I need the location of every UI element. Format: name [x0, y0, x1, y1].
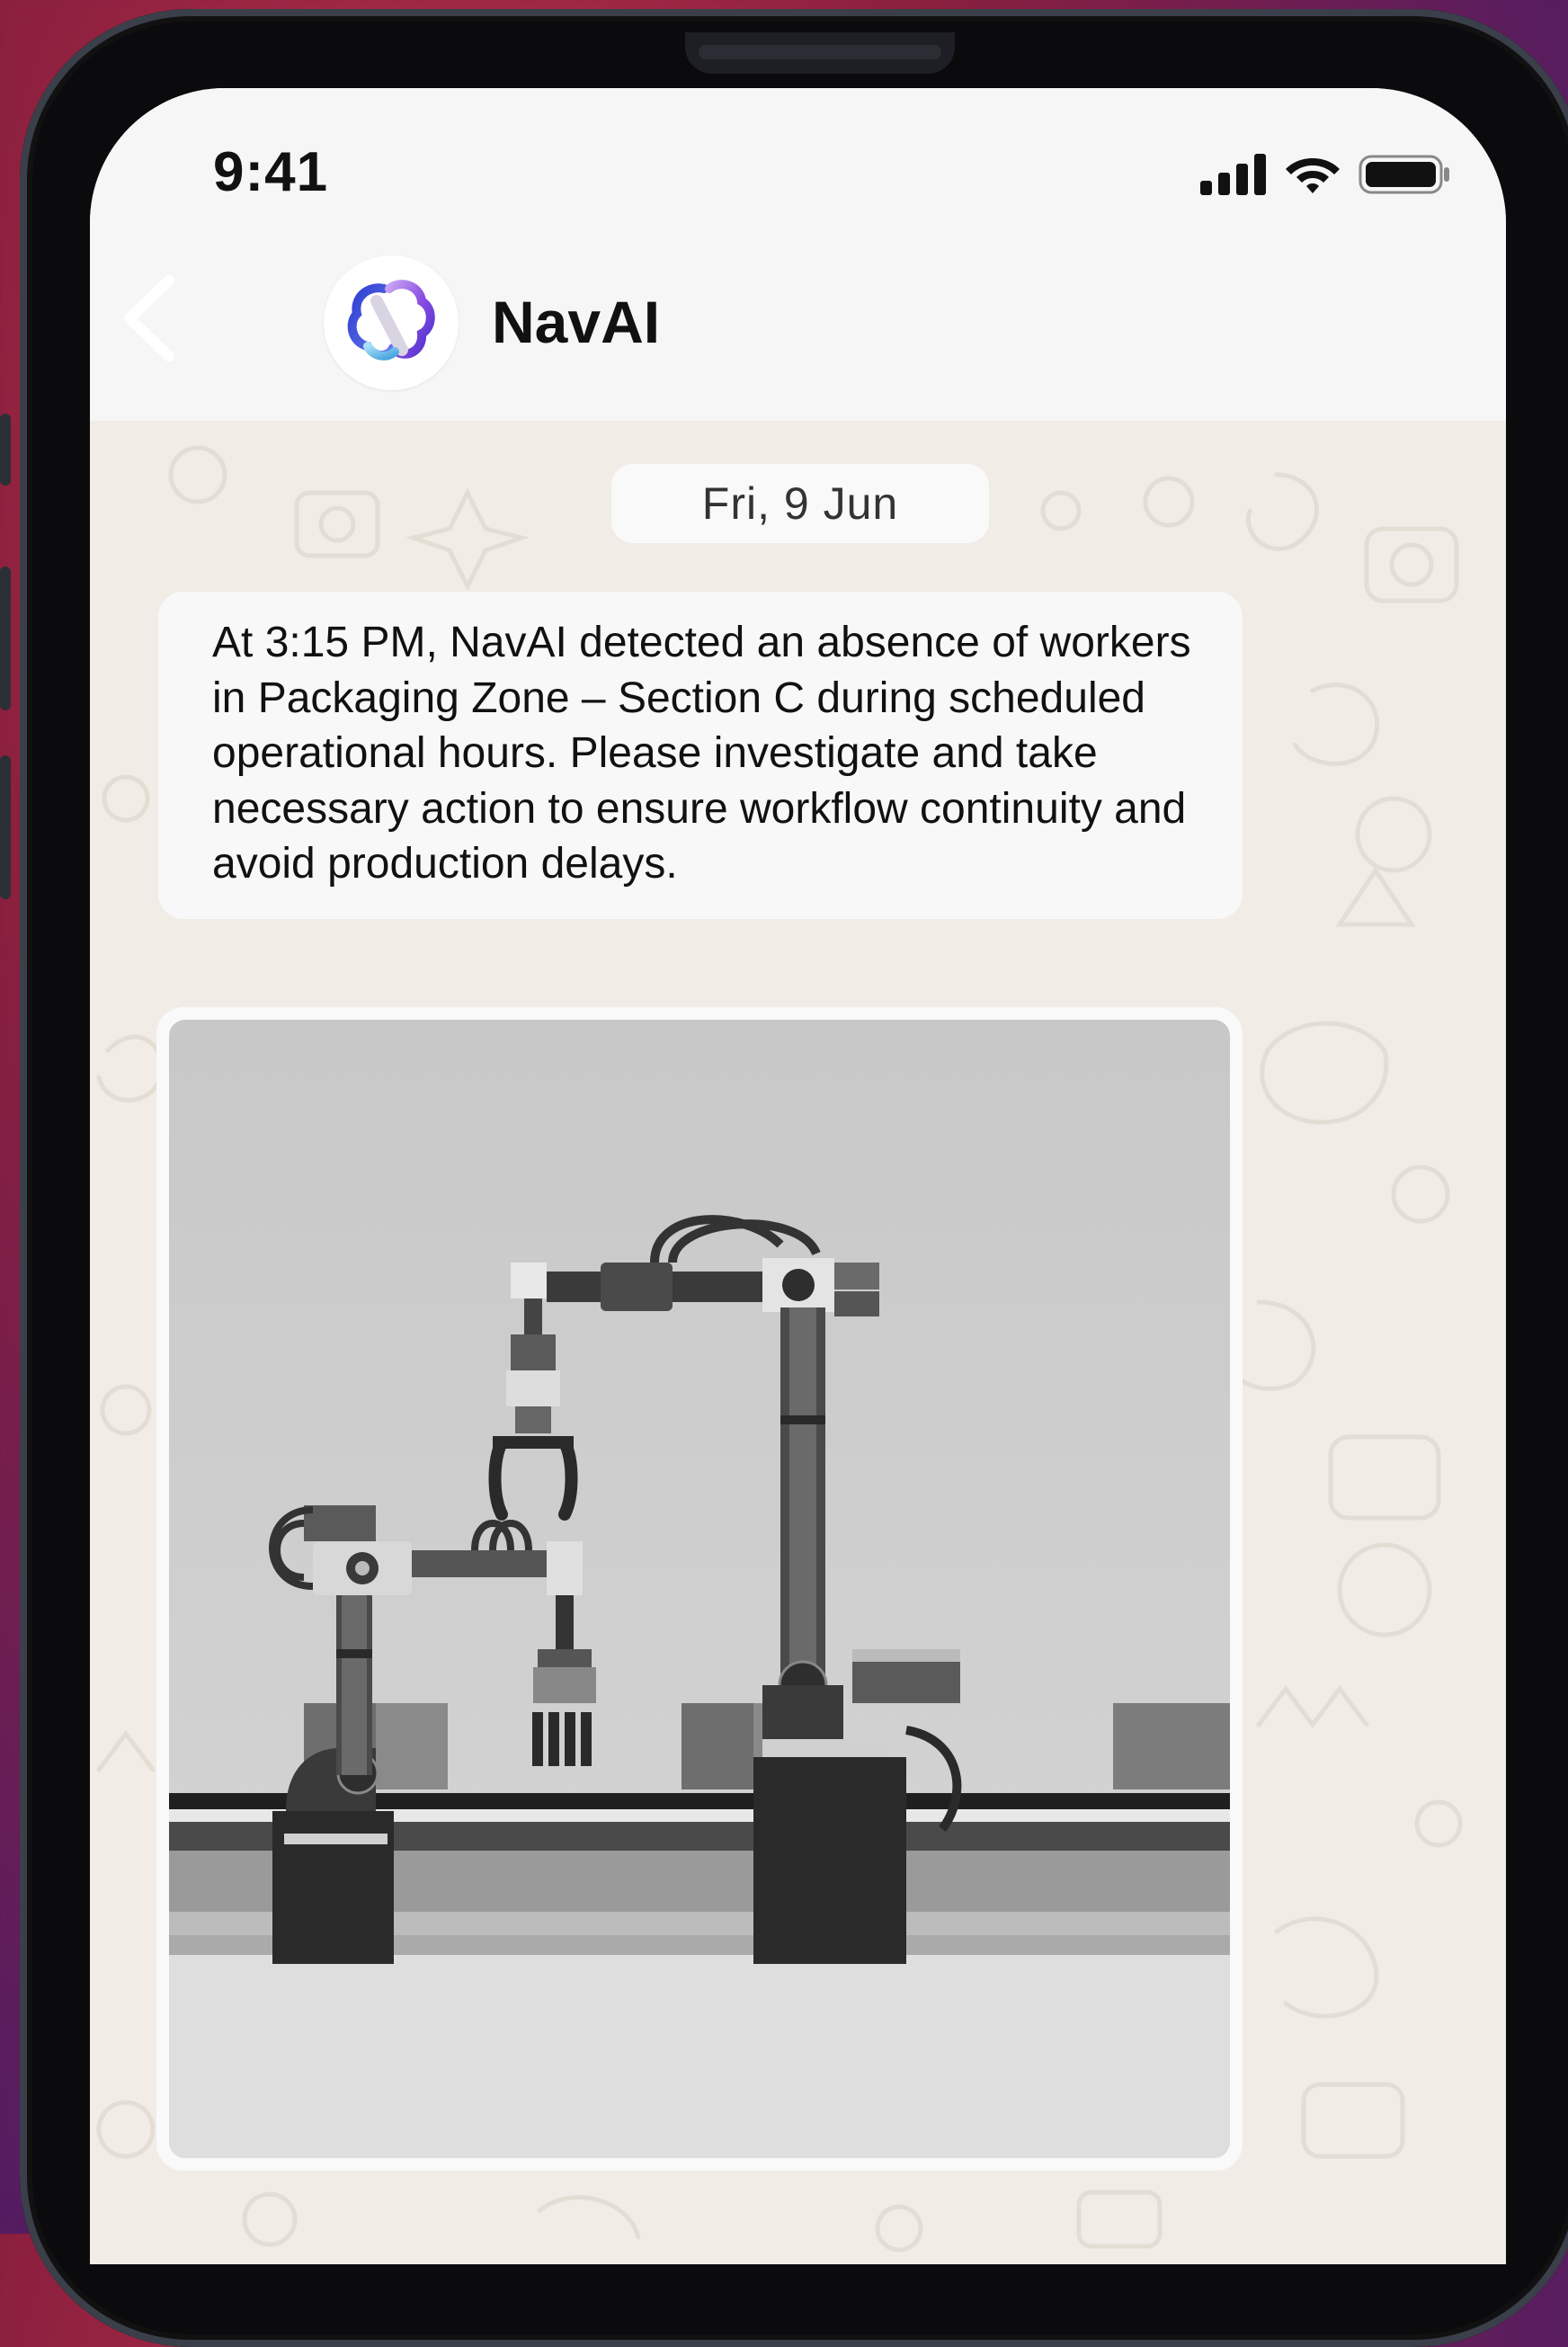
chat-area[interactable]: Fri, 9 Jun At 3:15 PM, NavAI detected an… — [90, 421, 1506, 2264]
status-time: 9:41 — [213, 141, 329, 203]
incoming-message-bubble[interactable]: At 3:15 PM, NavAI detected an absence of… — [158, 592, 1243, 919]
side-button-volume-up — [0, 567, 11, 710]
side-button-volume-down — [0, 755, 11, 899]
wifi-icon — [1286, 158, 1340, 193]
side-button-mute — [0, 414, 11, 486]
phone-screen: 9:41 NavAI Fri, 9 Jun At 3:15 PM, NavAI … — [90, 88, 1506, 2264]
speaker-notch — [685, 32, 955, 74]
date-separator: Fri, 9 Jun — [611, 464, 989, 543]
back-chevron-icon[interactable] — [117, 273, 180, 363]
signal-icon — [1200, 154, 1266, 195]
robot-arms-image[interactable] — [169, 1020, 1230, 2158]
chat-header: 9:41 NavAI — [90, 88, 1506, 421]
contact-name[interactable]: NavAI — [492, 288, 660, 356]
battery-icon — [1359, 155, 1449, 194]
image-message-bubble[interactable] — [156, 1007, 1243, 2171]
avatar[interactable] — [324, 255, 459, 390]
status-icons — [1200, 153, 1452, 196]
navai-logo-icon — [347, 280, 435, 361]
robot-arms-illustration — [169, 1020, 1230, 2158]
